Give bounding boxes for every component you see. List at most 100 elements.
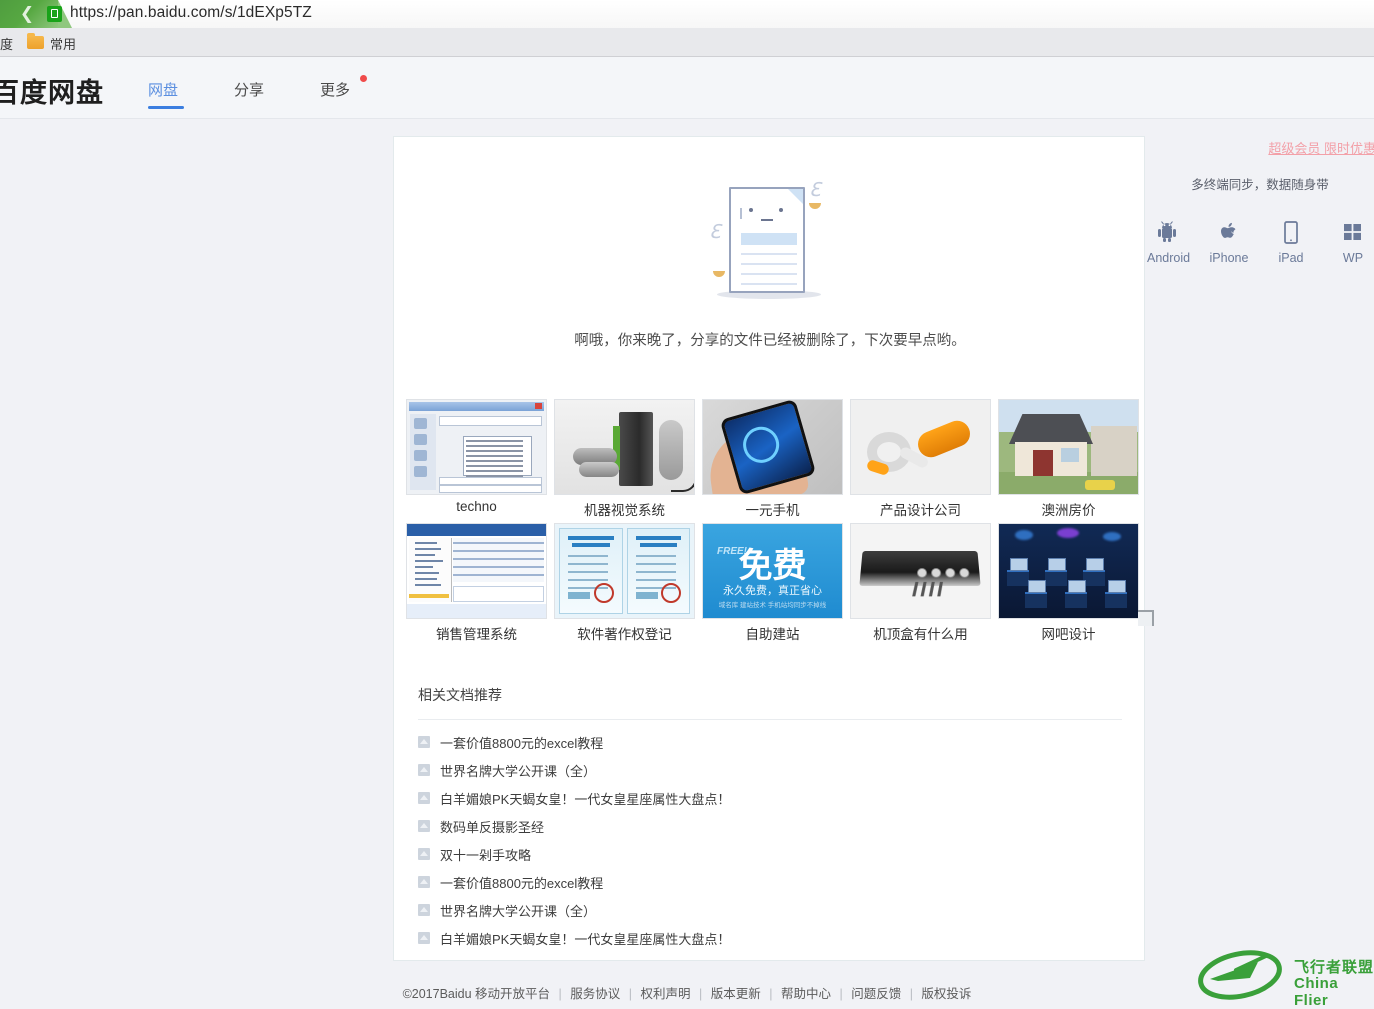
app-label: Android: [1147, 251, 1191, 265]
thumbnail-label: 机器视觉系统: [584, 503, 665, 518]
copyright-text: ©2017Baidu 移动开放平台: [402, 987, 551, 1001]
app-download-list: Android iPhone iPad WP: [1146, 219, 1374, 265]
document-icon: [418, 736, 430, 748]
list-item-label: 双十一剁手攻略: [440, 847, 532, 863]
page-footer: ©2017Baidu 移动开放平台 | 服务协议 | 权利声明 | 版本更新 |…: [0, 983, 1374, 1002]
thumbnail-item[interactable]: 机顶盒有什么用: [850, 523, 991, 643]
thumbnail-image[interactable]: FREE! 免费 永久免费，真正省心 域名库 建站技术 手机站均同步不掉线: [702, 523, 843, 619]
footer-separator: |: [698, 987, 703, 1001]
document-icon: [418, 904, 430, 916]
document-icon: [418, 932, 430, 944]
thumbnail-label: 澳洲房价: [1041, 503, 1096, 518]
broken-document-icon: ℇ ℇ: [707, 179, 831, 301]
app-item-android[interactable]: Android: [1147, 219, 1191, 265]
footer-separator: |: [839, 987, 843, 1001]
thumbnail-label: 自助建站: [745, 627, 800, 642]
document-icon: [418, 820, 430, 832]
back-button[interactable]: ❮: [14, 2, 40, 26]
list-item[interactable]: 数码单反摄影圣经: [418, 812, 1122, 840]
thumbnail-image[interactable]: [998, 523, 1139, 619]
document-icon: [418, 848, 430, 860]
thumbnail-item[interactable]: FREE! 免费 永久免费，真正省心 域名库 建站技术 手机站均同步不掉线 自助…: [702, 523, 843, 643]
list-item[interactable]: 世界名牌大学公开课（全）: [418, 756, 1122, 784]
nav-item-share[interactable]: 分享: [234, 79, 264, 100]
list-item-label: 数码单反摄影圣经: [440, 819, 545, 835]
related-docs-section: 相关文档推荐 一套价值8800元的excel教程 世界名牌大学公开课（全） 白羊…: [418, 685, 1122, 952]
error-message: 啊哦，你来晚了，分享的文件已经被删除了，下次要早点哟。: [574, 333, 966, 349]
list-item[interactable]: 一套价值8800元的excel教程: [418, 728, 1122, 756]
footer-link-service[interactable]: 服务协议: [570, 987, 620, 1001]
footer-link-copyright-complaint[interactable]: 版权投诉: [921, 987, 971, 1001]
flier-logo-icon: [1198, 950, 1282, 1000]
thumbnail-image[interactable]: [850, 523, 991, 619]
apple-icon: [1209, 219, 1249, 245]
thumbnail-item[interactable]: 销售管理系统: [406, 523, 547, 643]
watermark-line1: 飞行者联盟: [1294, 959, 1374, 976]
bookmark-folder-common[interactable]: 常用: [50, 34, 76, 53]
list-item-label: 世界名牌大学公开课（全）: [440, 763, 597, 779]
app-item-wp[interactable]: WP: [1333, 219, 1373, 265]
thumbnail-item[interactable]: 一元手机: [702, 399, 843, 519]
thumbnail-image[interactable]: [406, 523, 547, 619]
app-label: iPad: [1278, 251, 1304, 265]
recommended-thumbnails: techno 机器视觉系统 一元手机 产品设计公司 澳洲房价 销售管理系统 软件…: [406, 399, 1154, 647]
app-item-iphone[interactable]: iPhone: [1209, 219, 1249, 265]
list-item[interactable]: 世界名牌大学公开课（全）: [418, 896, 1122, 924]
site-header: 百度网盘 网盘 分享 更多 超级会员 限时优惠: [0, 57, 1374, 156]
app-item-ipad[interactable]: iPad: [1271, 219, 1311, 265]
thumbnail-item[interactable]: 网吧设计: [998, 523, 1139, 643]
thumbnail-label: 网吧设计: [1041, 627, 1096, 642]
nav-item-pan[interactable]: 网盘: [148, 79, 178, 100]
footer-separator: |: [909, 987, 913, 1001]
thumbnail-image[interactable]: [554, 523, 695, 619]
bookmark-item-partial[interactable]: 度: [0, 34, 13, 53]
thumbnail-item[interactable]: 澳洲房价: [998, 399, 1139, 519]
thumbnail-image[interactable]: [406, 399, 547, 495]
sidebar-title: 多终端同步，数据随身带: [1191, 178, 1329, 192]
thumbnail-label: 产品设计公司: [880, 503, 961, 518]
free-sub-text: 永久免费，真正省心: [723, 585, 822, 597]
multi-device-sidebar: 多终端同步，数据随身带 Android iPhone iPad WP: [1146, 174, 1374, 265]
list-item-label: 白羊媚娘PK天蝎女皇！一代女皇星座属性大盘点！: [440, 931, 731, 947]
thumbnail-row: 销售管理系统 软件著作权登记 FREE! 免费 永久免费，真正省心 域名库 建站…: [406, 523, 1154, 647]
thumbnail-item[interactable]: techno: [406, 399, 547, 514]
thumbnail-label: 软件著作权登记: [577, 627, 672, 642]
list-item[interactable]: 双十一剁手攻略: [418, 840, 1122, 868]
footer-separator: |: [769, 987, 773, 1001]
folder-icon: [27, 33, 44, 49]
list-item[interactable]: 白羊媚娘PK天蝎女皇！一代女皇星座属性大盘点！: [418, 784, 1122, 812]
list-item-label: 一套价值8800元的excel教程: [440, 735, 604, 751]
thumbnail-item[interactable]: 产品设计公司: [850, 399, 991, 519]
thumbnail-item[interactable]: 机器视觉系统: [554, 399, 695, 519]
thumbnail-item[interactable]: 软件著作权登记: [554, 523, 695, 643]
document-icon: [418, 876, 430, 888]
list-item-label: 白羊媚娘PK天蝎女皇！一代女皇星座属性大盘点！: [440, 791, 731, 807]
footer-link-feedback[interactable]: 问题反馈: [851, 987, 901, 1001]
nav-item-more[interactable]: 更多: [320, 79, 350, 100]
more-badge-dot: [360, 75, 367, 82]
app-label: WP: [1342, 251, 1364, 265]
related-docs-title: 相关文档推荐: [418, 685, 1122, 720]
thumbnail-image[interactable]: [554, 399, 695, 495]
footer-link-rights[interactable]: 权利声明: [640, 987, 690, 1001]
browser-toolbar: ❮ https://pan.baidu.com/s/1dEXp5TZ: [0, 0, 1374, 29]
app-label: iPhone: [1209, 251, 1249, 265]
free-big-text: 免费: [738, 546, 807, 586]
vip-promo-link[interactable]: 超级会员 限时优惠: [1268, 138, 1374, 157]
thumbnail-image[interactable]: [998, 399, 1139, 495]
site-logo[interactable]: 百度网盘: [0, 71, 104, 110]
footer-link-help[interactable]: 帮助中心: [781, 987, 831, 1001]
footer-link-updates[interactable]: 版本更新: [711, 987, 761, 1001]
windows-phone-icon: [1333, 219, 1373, 245]
document-icon: [418, 792, 430, 804]
thumbnail-image[interactable]: [702, 399, 843, 495]
list-item-label: 一套价值8800元的excel教程: [440, 875, 604, 891]
tablet-icon: [1271, 219, 1311, 245]
thumbnail-image[interactable]: [850, 399, 991, 495]
thumbnail-label: 销售管理系统: [436, 627, 517, 642]
list-item[interactable]: 一套价值8800元的excel教程: [418, 868, 1122, 896]
list-item[interactable]: 白羊媚娘PK天蝎女皇！一代女皇星座属性大盘点！: [418, 924, 1122, 952]
watermark-logo: 飞行者联盟 China Flier: [1196, 948, 1374, 1009]
thumbnail-label: 机顶盒有什么用: [873, 627, 968, 642]
address-bar[interactable]: https://pan.baidu.com/s/1dEXp5TZ: [70, 4, 312, 22]
